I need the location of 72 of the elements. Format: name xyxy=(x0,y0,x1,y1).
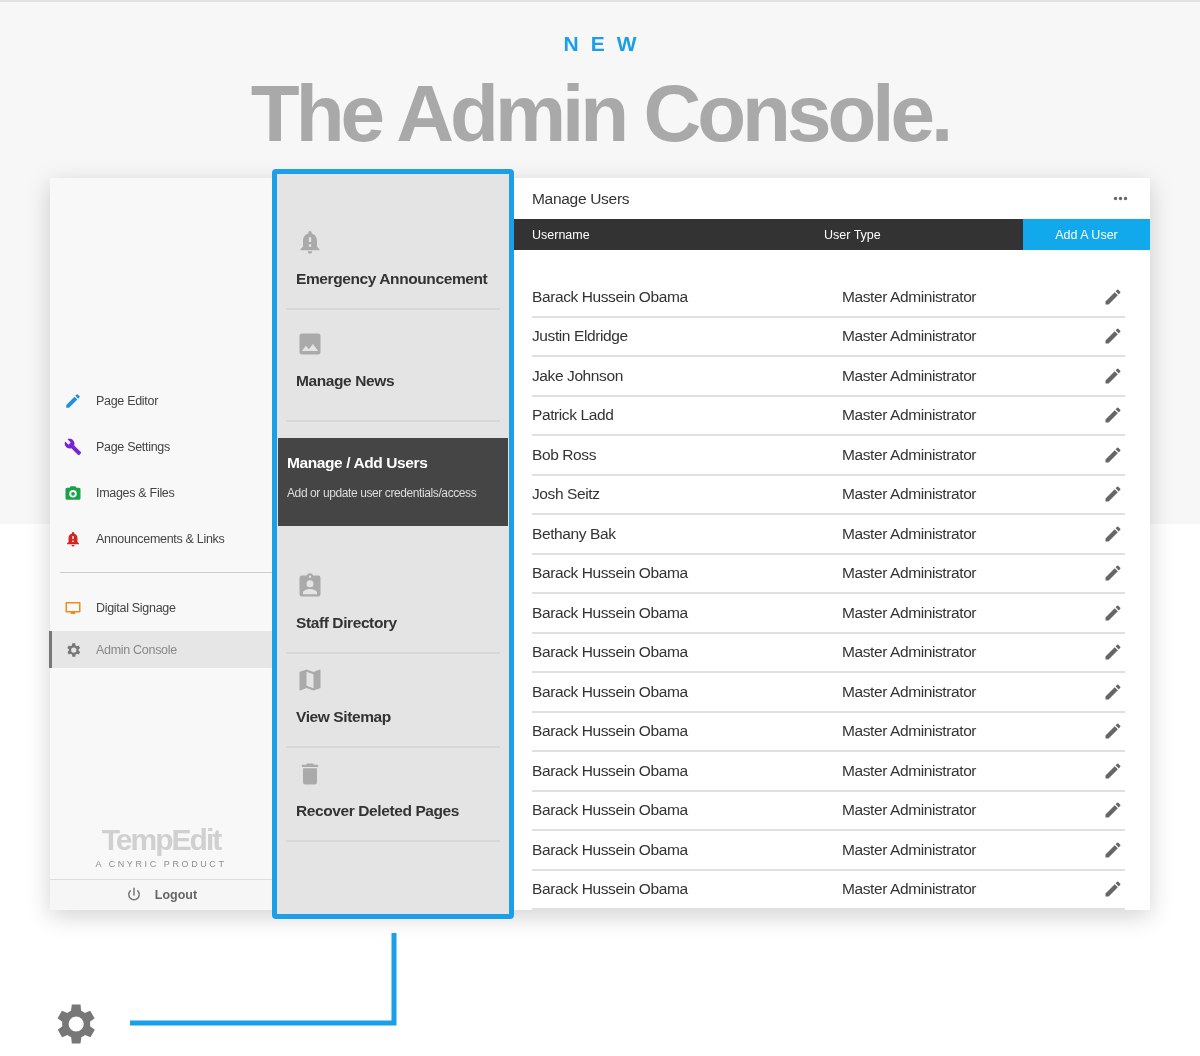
edit-icon[interactable] xyxy=(1103,721,1123,742)
table-cell-text: Master Administrator xyxy=(842,366,978,385)
table-cell-text: Barack Hussein Obama xyxy=(532,722,689,741)
camera-icon xyxy=(64,484,82,502)
sidebar-item[interactable]: Page Settings xyxy=(49,424,272,470)
pencil-icon xyxy=(64,392,82,410)
edit-icon[interactable] xyxy=(1103,405,1123,426)
table-cell-text: Justin Eldridge xyxy=(532,327,629,346)
more-icon[interactable] xyxy=(1113,196,1128,201)
headline: The Admin Console. xyxy=(250,72,950,156)
eyebrow-label: NEW xyxy=(563,32,649,56)
edit-icon[interactable] xyxy=(1103,839,1123,860)
wrench-icon xyxy=(64,438,82,456)
panel-title: Manage Users xyxy=(532,189,630,208)
table-cell-text: Master Administrator xyxy=(842,682,978,701)
table-cell-text: Barack Hussein Obama xyxy=(532,761,689,780)
table-cell-text: Bob Ross xyxy=(532,445,597,464)
sidebar-item[interactable]: Images & Files xyxy=(49,470,272,516)
table-cell-text: Patrick Ladd xyxy=(532,406,615,425)
admin-menu-item[interactable]: Staff Directory xyxy=(286,548,500,654)
table-cell-text: Barack Hussein Obama xyxy=(532,603,689,622)
menu-item-description: Add or update user credentials/access xyxy=(287,486,477,500)
edit-icon[interactable] xyxy=(1103,681,1123,702)
table-cell-text: Barack Hussein Obama xyxy=(532,840,689,859)
edit-icon[interactable] xyxy=(1103,286,1123,307)
edit-icon[interactable] xyxy=(1103,602,1123,623)
sidebar-item[interactable]: Digital Signage xyxy=(49,585,272,631)
edit-icon[interactable] xyxy=(1103,879,1123,900)
table-cell-text: Master Administrator xyxy=(842,761,978,780)
table-cell-text: Master Administrator xyxy=(842,722,978,741)
monitor-icon xyxy=(64,599,82,617)
table-cell-text: Master Administrator xyxy=(842,287,978,306)
table-cell-text: Master Administrator xyxy=(842,603,978,622)
bell-icon xyxy=(64,530,82,548)
column-header: User Type xyxy=(824,227,882,242)
admin-menu-item[interactable]: Recover Deleted Pages xyxy=(286,748,500,842)
table-cell-text: Josh Seitz xyxy=(532,485,601,504)
edit-icon[interactable] xyxy=(1103,563,1123,584)
admin-menu-item[interactable]: Manage News xyxy=(286,310,500,422)
edit-icon[interactable] xyxy=(1103,800,1123,821)
edit-icon[interactable] xyxy=(1103,365,1123,386)
table-cell-text: Master Administrator xyxy=(842,564,978,583)
table-cell-text: Master Administrator xyxy=(842,801,978,820)
sidebar-item[interactable]: Page Editor xyxy=(49,378,272,424)
edit-icon[interactable] xyxy=(1103,642,1123,663)
edit-icon[interactable] xyxy=(1103,523,1123,544)
table-cell-text: Master Administrator xyxy=(842,445,978,464)
admin-menu-item[interactable]: Emergency Announcement xyxy=(286,216,500,310)
table-cell-text: Master Administrator xyxy=(842,524,978,543)
table-cell-text: Master Administrator xyxy=(842,406,978,425)
table-cell-text: Master Administrator xyxy=(842,880,978,899)
table-cell-text: Barack Hussein Obama xyxy=(532,643,689,662)
edit-icon[interactable] xyxy=(1103,444,1123,465)
column-header: Username xyxy=(531,227,591,242)
admin-menu-item[interactable]: Manage / Add Users Add or update user credentials/access xyxy=(278,438,508,526)
edit-icon[interactable] xyxy=(1103,760,1123,781)
table-cell-text: Master Administrator xyxy=(842,327,978,346)
logo-tagline: A CNYRIC PRODUCT xyxy=(94,859,228,869)
table-cell-text: Barack Hussein Obama xyxy=(532,880,689,899)
table-cell-text: Barack Hussein Obama xyxy=(532,564,689,583)
table-cell-text: Master Administrator xyxy=(842,840,978,859)
sidebar-item[interactable]: Announcements & Links xyxy=(49,516,272,562)
table-cell-text: Barack Hussein Obama xyxy=(532,682,689,701)
edit-icon[interactable] xyxy=(1103,326,1123,347)
admin-menu-item[interactable]: View Sitemap xyxy=(286,654,500,748)
table-cell-text: Jake Johnson xyxy=(532,366,624,385)
table-cell-text: Master Administrator xyxy=(842,643,978,662)
table-cell-text: Bethany Bak xyxy=(532,524,617,543)
table-cell-text: Master Administrator xyxy=(842,485,978,504)
edit-icon[interactable] xyxy=(1103,484,1123,505)
table-cell-text: Barack Hussein Obama xyxy=(532,801,689,820)
table-cell-text: Barack Hussein Obama xyxy=(532,287,689,306)
